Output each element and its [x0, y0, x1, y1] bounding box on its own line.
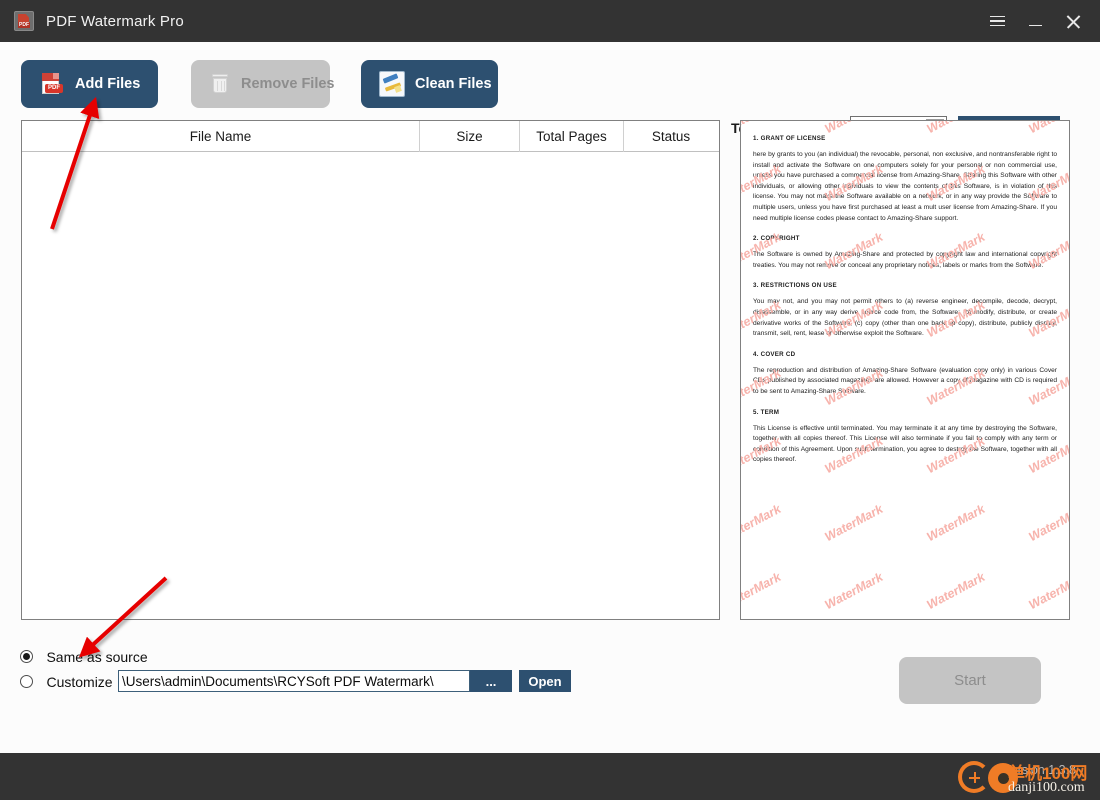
preview-body: The Software is owned by Amazing-Share a… [753, 251, 1057, 269]
preview-body: here by grants to you (an individual) th… [753, 151, 1057, 222]
output-same-as-source-row[interactable]: Same as source [20, 648, 148, 666]
app-window: PDF PDF Watermark Pro PDF Add Files Remo… [0, 0, 1100, 800]
file-list-panel[interactable]: File Name Size Total Pages Status [21, 120, 720, 620]
file-list-header: File Name Size Total Pages Status [22, 121, 719, 152]
start-button[interactable]: Start [899, 657, 1041, 704]
output-path-input[interactable]: \Users\admin\Documents\RCYSoft PDF Water… [118, 670, 470, 692]
preview-section: 1. GRANT OF LICENSE here by grants to yo… [753, 135, 1057, 224]
browse-button[interactable]: ... [470, 670, 512, 692]
title-bar: PDF PDF Watermark Pro [0, 0, 1100, 42]
window-controls [980, 0, 1100, 42]
trash-icon [209, 71, 231, 97]
same-as-source-label: Same as source [46, 648, 148, 665]
close-button[interactable] [1056, 0, 1090, 42]
preview-body: The reproduction and distribution of Ama… [753, 366, 1057, 395]
preview-heading: 3. RESTRICTIONS ON USE [753, 282, 837, 290]
preview-section: 2. COPYRIGHT The Software is owned by Am… [753, 235, 1057, 271]
open-folder-button[interactable]: Open [519, 670, 571, 692]
preview-heading: 1. GRANT OF LICENSE [753, 135, 826, 142]
preview-body: This License is effective until terminat… [753, 424, 1057, 464]
column-header-status[interactable]: Status [624, 121, 718, 152]
toolbar: PDF Add Files Remove Files Clean Files T… [0, 42, 1100, 141]
preview-heading: 4. COVER CD [753, 350, 796, 358]
clean-brush-icon [379, 71, 405, 97]
preview-section: 3. RESTRICTIONS ON USE You may not, and … [753, 282, 1057, 339]
pdf-preview-page: 1. GRANT OF LICENSE here by grants to yo… [741, 121, 1069, 619]
customize-label: Customize [46, 673, 113, 690]
output-customize-row[interactable]: Customize [20, 673, 113, 691]
preview-section: 4. COVER CD The reproduction and distrib… [753, 351, 1057, 398]
window-title: PDF Watermark Pro [46, 12, 184, 30]
column-header-size[interactable]: Size [420, 121, 520, 152]
preview-heading: 2. COPYRIGHT [753, 235, 800, 243]
add-pdf-icon: PDF [39, 71, 65, 97]
file-list-body[interactable] [22, 152, 719, 618]
footer-bar [0, 753, 1100, 800]
preview-heading: 5. TERM [753, 408, 780, 416]
pdf-file-icon: PDF [14, 11, 34, 31]
menu-button[interactable] [980, 0, 1014, 42]
pdf-preview-panel[interactable]: 1. GRANT OF LICENSE here by grants to yo… [740, 120, 1070, 620]
remove-files-label: Remove Files [241, 76, 335, 92]
minimize-icon [1028, 24, 1042, 27]
clean-files-button[interactable]: Clean Files [361, 60, 498, 108]
add-files-button[interactable]: PDF Add Files [21, 60, 158, 108]
preview-section: 5. TERM This License is effective until … [753, 409, 1057, 466]
add-files-label: Add Files [75, 76, 141, 92]
preview-body: You may not, and you may not permit othe… [753, 298, 1057, 338]
minimize-button[interactable] [1018, 0, 1052, 42]
radio-same-as-source[interactable] [20, 650, 33, 664]
close-icon [1066, 14, 1081, 29]
clean-files-label: Clean Files [415, 76, 492, 92]
column-header-file-name[interactable]: File Name [22, 121, 420, 152]
radio-customize[interactable] [20, 675, 33, 689]
menu-icon [989, 15, 1005, 27]
remove-files-button[interactable]: Remove Files [191, 60, 335, 108]
column-header-total-pages[interactable]: Total Pages [520, 121, 624, 152]
version-label: Version 1.3.8 [1003, 763, 1076, 777]
